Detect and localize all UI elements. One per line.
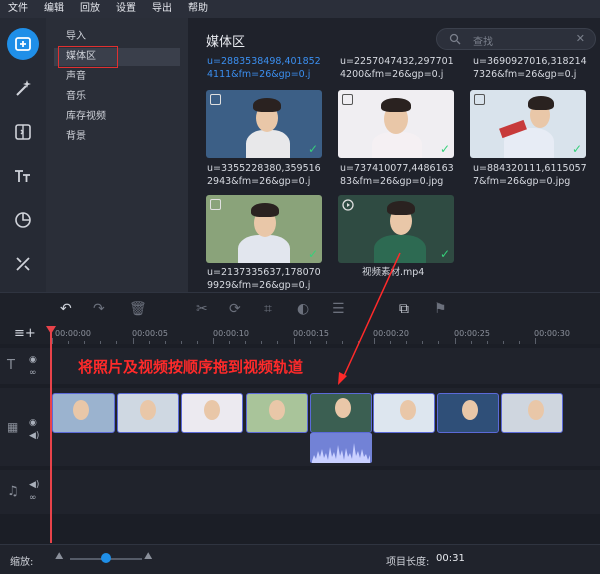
playhead[interactable] (50, 331, 52, 543)
video-clip[interactable] (246, 393, 308, 433)
video-clip[interactable] (501, 393, 563, 433)
zoom-label: 缩放: (10, 557, 34, 568)
duration-value: 00:31 (436, 553, 465, 564)
status-footer: 缩放: ⛰ ⛰ 项目长度: 00:31 (0, 544, 600, 574)
video-clip[interactable] (373, 393, 435, 433)
video-clip[interactable] (52, 393, 115, 433)
video-clip[interactable] (117, 393, 179, 433)
audio-waveform[interactable] (310, 433, 372, 463)
duration-label: 项目长度: (386, 557, 430, 568)
zoom-out-icon[interactable]: ⛰ (55, 551, 63, 562)
annotation-arrow (338, 252, 401, 385)
video-clip[interactable] (437, 393, 499, 433)
video-clip[interactable] (181, 393, 243, 433)
zoom-slider-thumb[interactable] (101, 553, 111, 563)
video-clip[interactable] (310, 393, 372, 433)
zoom-in-icon[interactable]: ⛰ (144, 551, 152, 562)
